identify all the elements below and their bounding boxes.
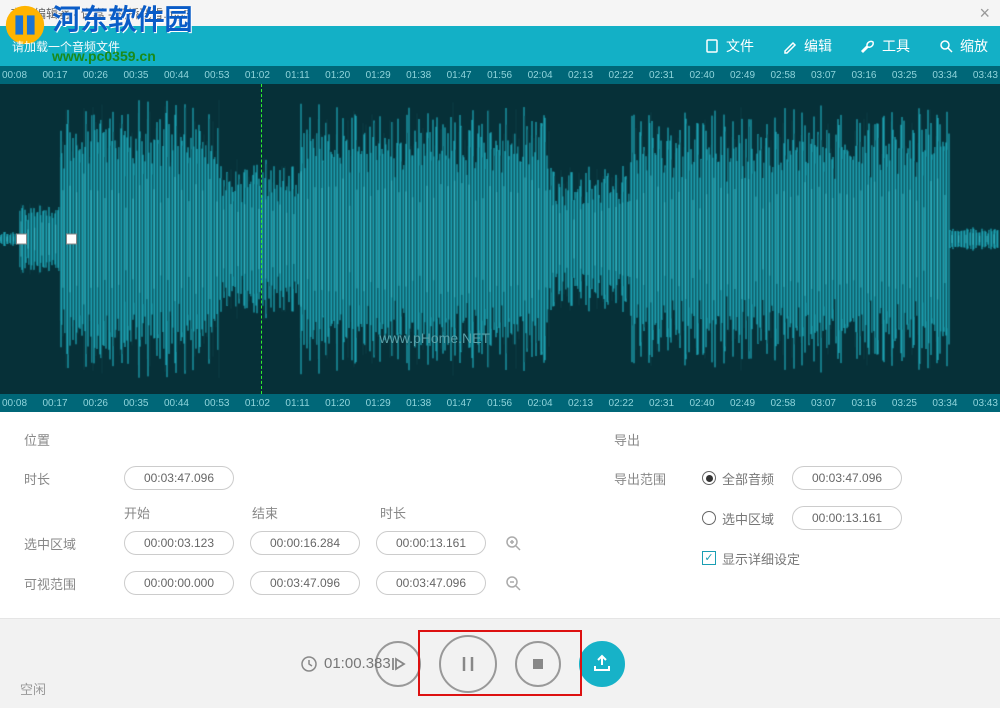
radio-dot-off-icon — [702, 511, 716, 525]
zoom-out-icon[interactable] — [502, 572, 524, 594]
search-icon — [938, 38, 954, 54]
export-button[interactable] — [579, 641, 625, 687]
position-title: 位置 — [24, 430, 614, 449]
visible-start[interactable]: 00:00:00.000 — [124, 571, 234, 595]
waveform-canvas[interactable] — [0, 84, 1000, 394]
title-bar: 音频编辑器 - 许嵩 - 断桥残雪.mp3 × — [0, 0, 1000, 26]
export-sel-value[interactable]: 00:00:13.161 — [792, 506, 902, 530]
status-text: 空闲 — [20, 679, 46, 698]
clock-icon — [300, 655, 318, 673]
export-all-value[interactable]: 00:03:47.096 — [792, 466, 902, 490]
phome-watermark: www.pHome.NET — [380, 330, 490, 346]
file-icon — [704, 38, 720, 54]
menu-edit[interactable]: 编辑 — [782, 36, 832, 56]
visible-end[interactable]: 00:03:47.096 — [250, 571, 360, 595]
info-panel: 位置 时长 00:03:47.096 开始 结束 时长 选中区域 00:00:0… — [0, 412, 1000, 618]
selection-label: 选中区域 — [24, 534, 124, 553]
waveform-area[interactable]: www.pHome.NET — [0, 84, 1000, 394]
duration-value[interactable]: 00:03:47.096 — [124, 466, 234, 490]
visible-label: 可视范围 — [24, 574, 124, 593]
selection-end[interactable]: 00:00:16.284 — [250, 531, 360, 555]
radio-selection[interactable]: 选中区域 — [702, 509, 774, 528]
stop-button[interactable] — [515, 641, 561, 687]
transport-bar: 01:00.383 空闲 — [0, 618, 1000, 708]
menu-bar: 请加载一个音频文件 文件 编辑 工具 缩放 — [0, 26, 1000, 66]
export-title: 导出 — [614, 430, 976, 449]
menu-zoom[interactable]: 缩放 — [938, 36, 988, 56]
selection-start[interactable]: 00:00:03.123 — [124, 531, 234, 555]
pencil-icon — [782, 38, 798, 54]
timeline-top[interactable]: 00:0800:1700:2600:3500:4400:5301:0201:11… — [0, 66, 1000, 84]
selection-end-handle[interactable] — [66, 234, 77, 245]
timeline-bottom[interactable]: 00:0800:1700:2600:3500:4400:5301:0201:11… — [0, 394, 1000, 412]
playhead-line[interactable] — [261, 84, 262, 394]
pause-button[interactable] — [439, 635, 497, 693]
duration-label: 时长 — [24, 469, 124, 488]
load-hint: 请加载一个音频文件 — [12, 38, 120, 55]
visible-length[interactable]: 00:03:47.096 — [376, 571, 486, 595]
zoom-in-icon[interactable] — [502, 532, 524, 554]
menu-tool[interactable]: 工具 — [860, 36, 910, 56]
checkbox-checked-icon: ✓ — [702, 551, 716, 565]
wrench-icon — [860, 38, 876, 54]
window-title: 音频编辑器 - 许嵩 - 断桥残雪.mp3 — [10, 5, 190, 22]
menu-file[interactable]: 文件 — [704, 36, 754, 56]
export-range-label: 导出范围 — [614, 469, 702, 488]
column-headers: 开始 结束 时长 — [124, 503, 614, 522]
check-show-detail[interactable]: ✓ 显示详细设定 — [702, 549, 800, 568]
playback-time: 01:00.383 — [300, 655, 391, 673]
selection-length[interactable]: 00:00:13.161 — [376, 531, 486, 555]
selection-start-handle[interactable] — [16, 234, 27, 245]
close-icon[interactable]: × — [979, 3, 990, 24]
radio-dot-on-icon — [702, 471, 716, 485]
radio-all-audio[interactable]: 全部音频 — [702, 469, 774, 488]
